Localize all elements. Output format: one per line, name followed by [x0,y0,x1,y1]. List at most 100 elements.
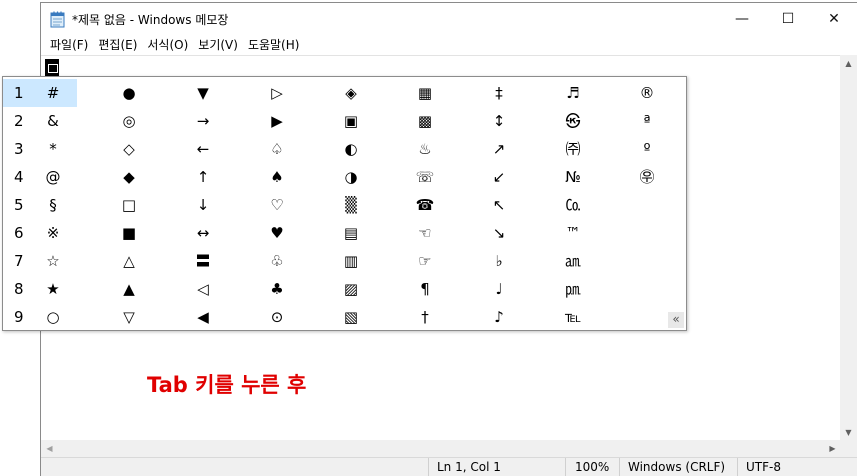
scroll-up-icon[interactable]: ▲ [840,55,857,72]
candidate-symbol[interactable]: ▨ [331,275,371,303]
candidate-symbol[interactable]: ○ [33,303,73,331]
candidate-symbol[interactable]: ▥ [331,247,371,275]
candidate-symbol[interactable]: ☜ [405,219,445,247]
candidate-symbol[interactable]: ▶ [257,107,297,135]
candidate-symbol[interactable]: ‡ [479,79,519,107]
candidate-symbol[interactable]: * [33,135,73,163]
candidate-symbol[interactable]: ㏂ [553,247,593,275]
candidate-symbol[interactable] [627,303,667,331]
candidate-symbol[interactable]: □ [109,191,149,219]
candidate-symbol[interactable]: @ [33,163,73,191]
scroll-right-icon[interactable]: ▶ [824,440,841,457]
candidate-symbol[interactable]: ㏘ [553,275,593,303]
candidate-symbol[interactable] [627,219,667,247]
candidate-symbol[interactable]: ▼ [183,79,223,107]
candidate-symbol[interactable]: ▒ [331,191,371,219]
candidate-symbol[interactable]: ♬ [553,79,593,107]
candidate-symbol[interactable]: ↑ [183,163,223,191]
candidate-symbol[interactable]: ㉿ [553,107,593,135]
candidate-symbol[interactable]: ◈ [331,79,371,107]
candidate-row: 5 § □ ↓ ♡ ▒ ☎ ↖ ㏇ [3,191,686,219]
candidate-symbol[interactable]: ◆ [109,163,149,191]
candidate-symbol[interactable]: ▣ [331,107,371,135]
menu-help[interactable]: 도움말(H) [243,35,305,55]
close-button[interactable]: ✕ [811,3,857,35]
candidate-symbol[interactable]: ☞ [405,247,445,275]
scroll-down-icon[interactable]: ▼ [840,424,857,441]
candidate-symbol[interactable]: ▤ [331,219,371,247]
candidate-symbol[interactable]: ™ [553,219,593,247]
candidate-symbol[interactable]: ☏ [405,163,445,191]
candidate-symbol[interactable]: ▷ [257,79,297,107]
candidate-symbol[interactable] [627,191,667,219]
candidate-symbol[interactable]: ↔ [183,219,223,247]
candidate-symbol[interactable]: ª [627,107,667,135]
candidate-symbol[interactable]: # [33,79,73,107]
candidate-symbol[interactable]: ¶ [405,275,445,303]
candidate-symbol[interactable]: ♣ [257,275,297,303]
menu-view[interactable]: 보기(V) [193,35,243,55]
candidate-symbol[interactable]: ♩ [479,275,519,303]
candidate-symbol[interactable]: ♠ [257,163,297,191]
candidate-symbol[interactable]: ⊙ [257,303,297,331]
candidate-symbol[interactable]: ♭ [479,247,519,275]
candidate-symbol[interactable]: ㏇ [553,191,593,219]
candidate-symbol[interactable]: ☆ [33,247,73,275]
candidate-symbol[interactable]: ▩ [405,107,445,135]
horizontal-scrollbar[interactable]: ◀ ▶ [41,440,841,457]
candidate-symbol[interactable]: ▦ [405,79,445,107]
candidate-symbol[interactable]: ↙ [479,163,519,191]
candidate-symbol[interactable]: ◁ [183,275,223,303]
candidate-symbol[interactable]: ℡ [553,303,593,331]
candidate-symbol[interactable]: ◐ [331,135,371,163]
candidate-symbol[interactable]: ◎ [109,107,149,135]
candidate-symbol[interactable]: ※ [33,219,73,247]
candidate-symbol[interactable]: 〓 [183,247,223,275]
candidate-symbol[interactable]: ● [109,79,149,107]
title-bar[interactable]: *제목 없음 - Windows 메모장 — ☐ ✕ [41,3,857,35]
candidate-symbol[interactable]: § [33,191,73,219]
candidate-symbol[interactable]: ↓ [183,191,223,219]
candidate-symbol[interactable]: △ [109,247,149,275]
candidate-symbol[interactable]: ♡ [257,191,297,219]
menu-file[interactable]: 파일(F) [45,35,93,55]
candidate-symbol[interactable]: ▲ [109,275,149,303]
candidate-symbol[interactable]: ■ [109,219,149,247]
candidate-symbol[interactable] [627,275,667,303]
candidate-symbol[interactable]: ♤ [257,135,297,163]
candidate-symbol[interactable]: ↗ [479,135,519,163]
candidate-symbol[interactable]: & [33,107,73,135]
candidate-symbol[interactable]: ♥ [257,219,297,247]
candidate-symbol[interactable]: † [405,303,445,331]
menu-format[interactable]: 서식(O) [142,35,193,55]
scroll-left-icon[interactable]: ◀ [41,440,58,457]
candidate-symbol[interactable]: ▽ [109,303,149,331]
menu-edit[interactable]: 편집(E) [93,35,142,55]
candidate-symbol[interactable]: ♪ [479,303,519,331]
candidate-symbol[interactable]: ◀ [183,303,223,331]
candidate-symbol[interactable]: ↖ [479,191,519,219]
candidate-symbol[interactable]: ㈜ [553,135,593,163]
candidate-symbol[interactable]: ◇ [109,135,149,163]
candidate-symbol[interactable]: º [627,135,667,163]
candidate-symbol[interactable]: ↘ [479,219,519,247]
candidate-symbol[interactable]: ㉾ [627,163,667,191]
candidate-symbol[interactable] [627,247,667,275]
candidate-symbol[interactable]: ☎ [405,191,445,219]
candidate-symbol[interactable]: ♨ [405,135,445,163]
candidate-symbol[interactable]: ★ [33,275,73,303]
candidate-symbol[interactable]: ® [627,79,667,107]
candidate-symbol[interactable]: ◑ [331,163,371,191]
minimize-button[interactable]: — [719,3,765,35]
candidate-symbol[interactable]: ▧ [331,303,371,331]
maximize-button[interactable]: ☐ [765,3,811,35]
status-cursor-position: Ln 1, Col 1 [428,458,565,476]
menu-bar: 파일(F) 편집(E) 서식(O) 보기(V) 도움말(H) [41,35,857,55]
vertical-scrollbar[interactable]: ▲ ▼ [840,55,857,441]
candidate-row: 2 & ◎ → ▶ ▣ ▩ ↕ ㉿ ª [3,107,686,135]
candidate-symbol[interactable]: → [183,107,223,135]
candidate-symbol[interactable]: № [553,163,593,191]
candidate-symbol[interactable]: ↕ [479,107,519,135]
candidate-symbol[interactable]: ← [183,135,223,163]
candidate-symbol[interactable]: ♧ [257,247,297,275]
